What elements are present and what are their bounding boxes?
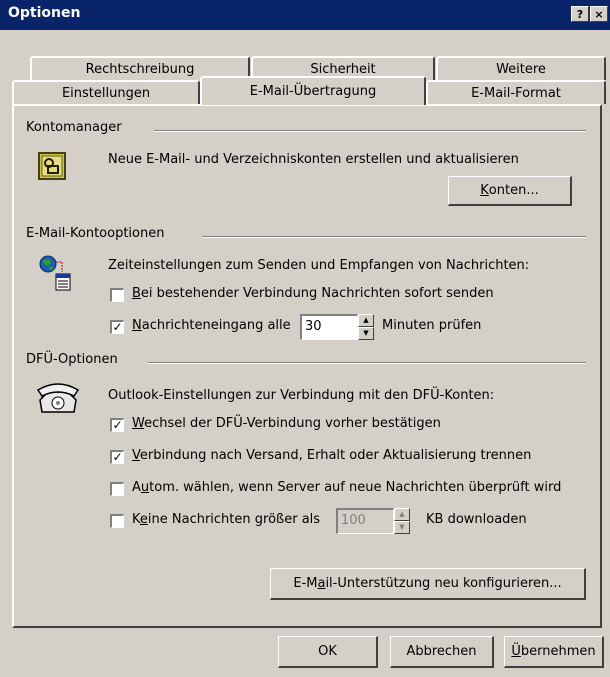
receive-interval-input[interactable]: 30 (300, 314, 358, 340)
label-text: erbindung nach Versand, Erhalt oder Aktu… (139, 448, 532, 463)
spin-down-button[interactable]: ▼ (394, 521, 410, 534)
title-bar[interactable]: Optionen ? × (0, 0, 610, 30)
kontomanager-description: Neue E-Mail- und Verzeichniskonten erste… (108, 152, 519, 167)
accel-key: e (139, 512, 148, 527)
accel-key: K (480, 183, 489, 198)
size-limit-input[interactable]: 100 (336, 508, 394, 534)
up-arrow-icon: ▲ (363, 316, 369, 324)
help-icon: ? (576, 7, 584, 21)
label-text: K (132, 512, 140, 527)
kontooptionen-description: Zeiteinstellungen zum Senden und Empfang… (108, 258, 530, 273)
group-title-dfu: DFÜ-Optionen (26, 352, 126, 367)
group-divider (148, 362, 586, 364)
tab-weitere[interactable]: Weitere (436, 56, 606, 80)
button-label: bernehmen (520, 644, 596, 659)
size-limit-suffix: KB downloaden (426, 512, 527, 527)
button-label: onten... (488, 183, 539, 198)
spin-down-button[interactable]: ▼ (358, 327, 374, 340)
send-immediately-label[interactable]: Bei bestehender Verbindung Nachrichten s… (132, 286, 494, 301)
dfu-description: Outlook-Einstellungen zur Verbindung mit… (108, 388, 495, 403)
button-label: E-M (293, 576, 318, 591)
accel-key: a (317, 576, 326, 591)
close-icon: × (594, 7, 604, 21)
account-manager-icon (38, 152, 66, 180)
label-text: echsel der DFÜ-Verbindung vorher bestäti… (144, 416, 441, 431)
accel-key: W (132, 416, 145, 431)
ok-button[interactable]: OK (278, 636, 378, 668)
konten-button[interactable]: Konten... (448, 176, 572, 206)
size-limit-label[interactable]: Keine Nachrichten größer als (132, 512, 320, 527)
accel-key: u (140, 480, 150, 495)
button-label: OK (318, 644, 337, 659)
button-label: il-Unterstützung neu konfigurieren... (325, 576, 562, 591)
spin-up-button[interactable]: ▲ (394, 508, 410, 521)
group-divider (154, 130, 586, 132)
reconfigure-mail-support-button[interactable]: E-M a il-Unterstützung neu konfigurieren..… (270, 568, 586, 600)
group-title-kontomanager: Kontomanager (26, 120, 130, 135)
tab-label: Einstellungen (61, 85, 151, 101)
tab-email-uebertragung[interactable]: E-Mail-Übertragung (200, 76, 426, 105)
accel-key: Ü (511, 644, 521, 659)
hangup-after-checkbox[interactable]: ✓ (110, 450, 124, 464)
tab-label: Rechtschreibung (85, 61, 195, 77)
hangup-after-label[interactable]: Verbindung nach Versand, Erhalt oder Akt… (132, 448, 531, 463)
receive-interval-label[interactable]: Nachrichteneingang alle (132, 318, 291, 333)
confirm-dialup-change-label[interactable]: Wechsel der DFÜ-Verbindung vorher bestät… (132, 416, 441, 431)
auto-dial-label[interactable]: Autom. wählen, wenn Server auf neue Nach… (132, 480, 561, 495)
button-label: Abbrechen (406, 644, 477, 659)
tab-email-format[interactable]: E-Mail-Format (426, 80, 606, 104)
accel-key: N (132, 318, 142, 333)
label-text: A (132, 480, 141, 495)
down-arrow-icon: ▼ (363, 329, 369, 337)
size-limit-checkbox[interactable] (110, 514, 124, 528)
tab-panel: Kontomanager Neue E-Mail- und Verzeichni… (12, 104, 602, 628)
group-title-kontooptionen: E-Mail-Kontooptionen (26, 226, 173, 241)
tab-einstellungen[interactable]: Einstellungen (12, 80, 200, 104)
tab-label: Weitere (496, 61, 546, 77)
input-value: 30 (305, 319, 322, 334)
window-title: Optionen (8, 5, 81, 21)
accel-key: V (132, 448, 140, 463)
close-button[interactable]: × (590, 6, 608, 22)
auto-dial-checkbox[interactable] (110, 482, 124, 496)
label-text: ine Nachrichten größer als (147, 512, 321, 527)
up-arrow-icon: ▲ (399, 510, 405, 518)
apply-button[interactable]: Übernehmen (504, 636, 604, 668)
label-text: ei bestehender Verbindung Nachrichten so… (140, 286, 494, 301)
send-immediately-checkbox[interactable] (110, 288, 124, 302)
telephone-icon (36, 380, 80, 416)
label-text: achrichteneingang alle (141, 318, 291, 333)
tab-label: E-Mail-Übertragung (249, 84, 377, 99)
spin-up-button[interactable]: ▲ (358, 314, 374, 327)
globe-schedule-icon (38, 254, 78, 294)
accel-key: B (132, 286, 141, 301)
group-divider (202, 236, 586, 238)
help-button[interactable]: ? (571, 6, 589, 22)
input-value: 100 (341, 513, 366, 528)
label-text: tom. wählen, wenn Server auf neue Nachri… (149, 480, 562, 495)
down-arrow-icon: ▼ (399, 523, 405, 531)
tab-label: Sicherheit (310, 61, 376, 77)
confirm-dialup-change-checkbox[interactable]: ✓ (110, 418, 124, 432)
tab-label: E-Mail-Format (471, 85, 561, 101)
cancel-button[interactable]: Abbrechen (390, 636, 494, 668)
receive-interval-suffix: Minuten prüfen (382, 318, 482, 333)
receive-interval-checkbox[interactable]: ✓ (110, 320, 124, 334)
